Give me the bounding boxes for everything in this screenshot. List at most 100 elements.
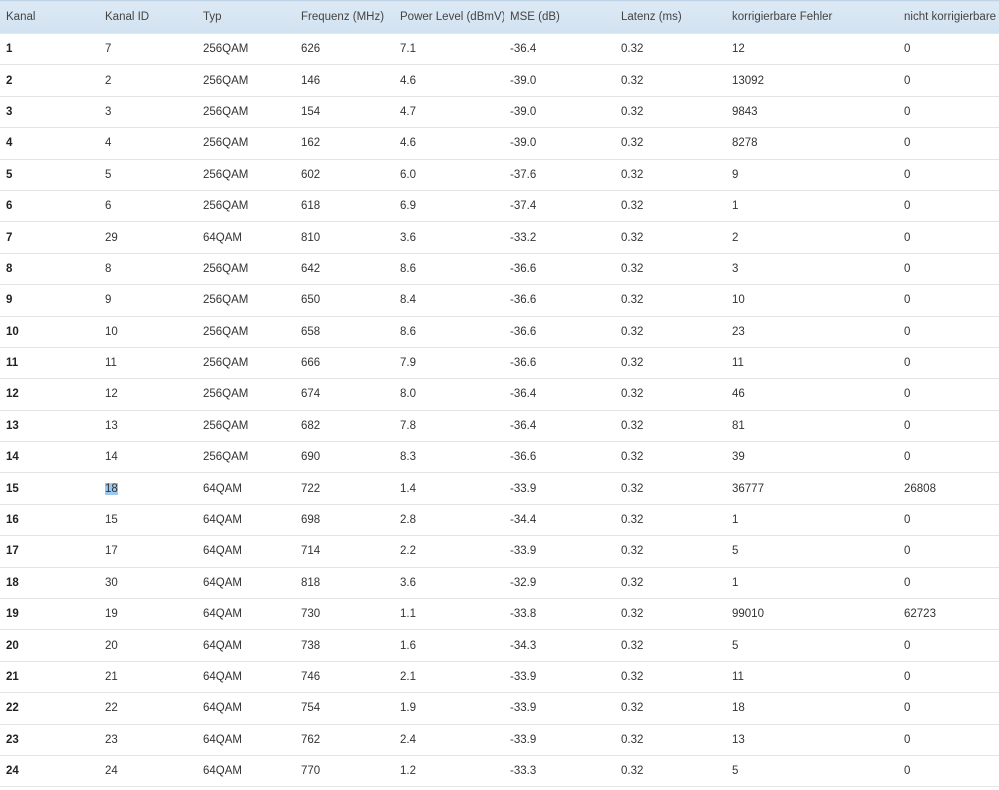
cell-korrigierbare-fehler: 2: [726, 222, 898, 253]
cell-text: 818: [301, 576, 321, 589]
cell-text: 0: [904, 137, 911, 150]
cell-text: 0.32: [621, 262, 644, 275]
cell-kanal-id: 5: [99, 159, 197, 190]
cell-typ: 256QAM: [197, 347, 295, 378]
cell-text: 0.32: [621, 43, 644, 56]
cell-text: 8.3: [400, 451, 416, 464]
cell-kanal-id: 11: [99, 347, 197, 378]
cell-mse: -39.0: [504, 128, 615, 159]
cell-latenz: 0.32: [615, 504, 726, 535]
cell-text: 0.32: [621, 608, 644, 621]
cell-mse: -32.9: [504, 567, 615, 598]
cell-kanal: 15: [0, 473, 99, 504]
cell-latenz: 0.32: [615, 661, 726, 692]
cell-text: 0: [904, 200, 911, 213]
cell-text: 99010: [732, 608, 764, 621]
cell-korrigierbare-fehler: 3: [726, 253, 898, 284]
cell-text: 8.6: [400, 325, 416, 338]
cell-text: -37.4: [510, 200, 537, 213]
cell-text: -36.6: [510, 357, 537, 370]
cell-text: 22: [105, 702, 118, 715]
cell-latenz: 0.32: [615, 316, 726, 347]
cell-frequenz: 754: [295, 693, 394, 724]
table-row: 22 22 64QAM 754 1.9 -33.9 0.32 18 0: [0, 692, 999, 724]
cell-text: -32.9: [510, 576, 537, 589]
cell-nicht-korrigierbare-fehler: 0: [898, 410, 999, 441]
header-mse: MSE (dB): [510, 11, 560, 23]
cell-mse: -33.9: [504, 724, 615, 755]
cell-text: 666: [301, 357, 321, 370]
cell-latenz: 0.32: [615, 190, 726, 221]
cell-text: 18: [105, 482, 118, 495]
cell-power-level: 4.6: [394, 65, 504, 96]
table-row: 19 19 64QAM 730 1.1 -33.8 0.32 99010 62723: [0, 598, 999, 630]
cell-kanal: 4: [0, 128, 99, 159]
cell-typ: 256QAM: [197, 379, 295, 410]
cell-text: 0: [904, 168, 911, 181]
cell-kanal: 21: [0, 661, 99, 692]
cell-power-level: 8.3: [394, 442, 504, 473]
cell-mse: -34.3: [504, 630, 615, 661]
cell-nicht-korrigierbare-fehler: 0: [898, 253, 999, 284]
header-nicht-korrigierbare-fehler: nicht korrigierbare F: [904, 11, 999, 23]
cell-kanal: 10: [0, 316, 99, 347]
cell-frequenz: 730: [295, 599, 394, 630]
cell-mse: -36.4: [504, 410, 615, 441]
cell-power-level: 2.8: [394, 504, 504, 535]
cell-text: 21: [105, 671, 118, 683]
cell-text: 0.32: [621, 451, 644, 464]
cell-text: 64QAM: [203, 733, 242, 746]
cell-frequenz: 810: [295, 222, 394, 253]
cell-latenz: 0.32: [615, 222, 726, 253]
table-row: 6 6 256QAM 618 6.9 -37.4 0.32 1 0: [0, 190, 999, 221]
cell-frequenz: 602: [295, 159, 394, 190]
table-row: 8 8 256QAM 642 8.6 -36.6 0.32 3 0: [0, 253, 999, 284]
cell-power-level: 8.0: [394, 379, 504, 410]
cell-text: 1.1: [400, 608, 416, 621]
cell-nicht-korrigierbare-fehler: 0: [898, 190, 999, 221]
cell-kanal-id: 9: [99, 285, 197, 316]
cell-text: -33.9: [510, 671, 537, 683]
cell-power-level: 1.4: [394, 473, 504, 504]
cell-kanal-id: 22: [99, 693, 197, 724]
cell-mse: -33.9: [504, 661, 615, 692]
header-power-level: Power Level (dBmV): [400, 11, 504, 23]
table-row: 11 11 256QAM 666 7.9 -36.6 0.32 11 0: [0, 347, 999, 378]
cell-kanal: 16: [0, 504, 99, 535]
cell-korrigierbare-fehler: 5: [726, 630, 898, 661]
cell-text: 11: [105, 357, 117, 370]
cell-text: 2.2: [400, 545, 416, 558]
cell-kanal: 23: [0, 724, 99, 755]
cell-text: 13: [732, 733, 745, 746]
table-row: 21 21 64QAM 746 2.1 -33.9 0.32 11 0: [0, 661, 999, 692]
cell-text: 23: [6, 733, 19, 746]
cell-korrigierbare-fehler: 23: [726, 316, 898, 347]
cell-text: 19: [105, 608, 118, 621]
cell-mse: -36.4: [504, 379, 615, 410]
cell-typ: 64QAM: [197, 473, 295, 504]
cell-text: 62723: [904, 608, 936, 621]
cell-text: 658: [301, 325, 321, 338]
cell-latenz: 0.32: [615, 34, 726, 65]
cell-text: 64QAM: [203, 671, 242, 683]
cell-korrigierbare-fehler: 18: [726, 693, 898, 724]
cell-text: 26808: [904, 482, 936, 495]
cell-text: 8278: [732, 137, 758, 150]
cell-text: 1: [732, 200, 739, 213]
cell-text: 9: [105, 294, 112, 307]
cell-text: 9843: [732, 105, 758, 118]
cell-text: 8.0: [400, 388, 416, 401]
cell-text: 146: [301, 74, 321, 87]
cell-kanal-id: 6: [99, 190, 197, 221]
cell-text: 1.4: [400, 482, 416, 495]
cell-text: 10: [105, 325, 118, 338]
cell-typ: 256QAM: [197, 96, 295, 127]
cell-korrigierbare-fehler: 39: [726, 442, 898, 473]
cell-latenz: 0.32: [615, 128, 726, 159]
cell-text: 8: [6, 262, 13, 275]
cell-kanal-id: 17: [99, 536, 197, 567]
cell-korrigierbare-fehler: 11: [726, 347, 898, 378]
cell-latenz: 0.32: [615, 96, 726, 127]
cell-text: 0.32: [621, 545, 644, 558]
cell-typ: 64QAM: [197, 693, 295, 724]
